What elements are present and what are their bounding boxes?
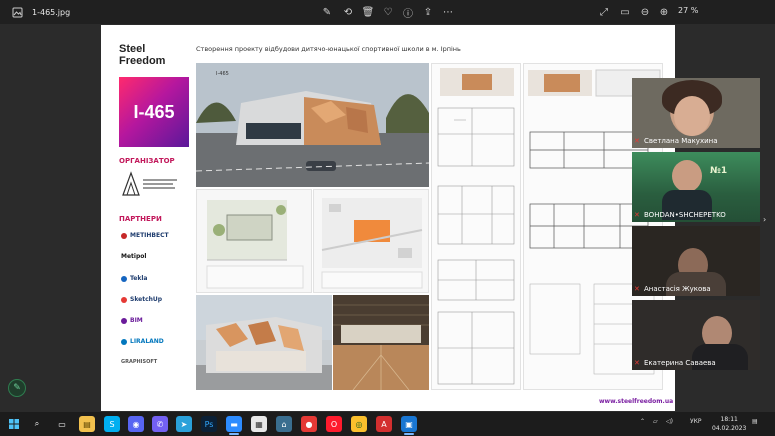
photos-icon[interactable]: ▣ (401, 416, 417, 432)
steelfreedom-logo: Steel Freedom (119, 43, 165, 67)
share-icon[interactable]: ⇪ (421, 5, 435, 19)
mic-muted-icon: ✕ (634, 358, 640, 367)
participant-tile[interactable]: №1 ✕ BOHDAN•SHCHEPETKO (632, 152, 760, 222)
sheet-title: Створення проекту відбудови дитячо-юнаць… (196, 45, 461, 53)
tray-overflow-icon[interactable]: ⌃ (640, 418, 645, 425)
image-file-icon (10, 5, 24, 19)
participant-tile[interactable]: ✕ Анастасія Жукова (632, 226, 760, 296)
interior-render-gym (333, 295, 429, 390)
fullscreen-icon[interactable]: ⤢ (597, 5, 611, 19)
panel-expand-icon[interactable]: › (763, 215, 766, 224)
zoom-out-icon[interactable]: ⊖ (638, 5, 652, 19)
participant-nameplate: ✕ Анастасія Жукова (634, 283, 758, 294)
participant-name: Светлана Макухина (644, 136, 718, 145)
mic-muted-icon: ✕ (634, 136, 640, 145)
partner-logo-tekla: Tekla (121, 275, 147, 282)
file-name: 1-465.jpg (32, 7, 71, 17)
partner-logo-graphisoft: GRAPHISOFT (121, 359, 158, 365)
site-plan-panel (196, 189, 312, 293)
discord-icon[interactable]: ◉ (128, 416, 144, 432)
opera-icon[interactable]: O (326, 416, 342, 432)
clock-date: 04.02.2023 (712, 425, 747, 432)
organizer-heading: ОРГАНІЗАТОР (119, 157, 175, 165)
participant-name: Анастасія Жукова (644, 284, 711, 293)
chrome-icon[interactable]: ◎ (351, 416, 367, 432)
pen-icon[interactable]: ✎ (8, 379, 26, 397)
taskbar: ⌕ ▭ ▤ S ◉ ✆ ➤ Ps ▬ ▦ ⌂ ● O ◎ A ▣ ⌃ ▱ ◁) … (0, 412, 775, 436)
delete-icon[interactable]: 🗑 (361, 5, 375, 19)
brand-line-2: Freedom (119, 55, 166, 67)
exterior-render-street: I-465 (196, 63, 429, 187)
rotate-icon[interactable]: ⟲ (341, 5, 355, 19)
partner-logo-liraland: LIRALAND (121, 338, 164, 345)
zoom-in-icon[interactable]: ⊕ (657, 5, 671, 19)
brand-line-1: Steel (119, 43, 146, 55)
viewer-toolbar: 1-465.jpg ✎ ⟲ 🗑 ♡ ⓘ ⇪ ⋯ ⤢ ▭ ⊖ ⊕ 27 % (0, 0, 775, 24)
floor-plans-column (431, 63, 521, 390)
active-app-indicator (404, 433, 414, 435)
participant-nameplate: ✕ Екатерина Саваева (634, 357, 758, 368)
clock-time: 18:11 (720, 416, 738, 423)
competition-sheet: Steel Freedom Створення проекту відбудов… (101, 25, 675, 411)
participant-face (672, 160, 702, 192)
liraland-icon (121, 338, 127, 345)
participant-nameplate: ✕ BOHDAN•SHCHEPETKO (634, 209, 758, 220)
metinvest-icon (121, 232, 127, 239)
more-options-icon[interactable]: ⋯ (441, 5, 455, 19)
volume-icon[interactable]: ◁) (666, 418, 673, 425)
sketchup-icon (121, 296, 127, 303)
organizer-logo (121, 171, 179, 197)
partner-logo-metinvest: МЕТІНВЕСТ (121, 232, 169, 239)
record-icon[interactable]: ● (301, 416, 317, 432)
notifications-icon[interactable]: ▤ (752, 418, 758, 425)
skype-icon[interactable]: S (104, 416, 120, 432)
exterior-render-facade (196, 295, 332, 390)
network-icon[interactable]: ▱ (653, 418, 658, 425)
project-code-box: I-465 (119, 77, 189, 147)
tekla-icon (121, 275, 127, 282)
mic-muted-icon: ✕ (634, 284, 640, 293)
render-label: I-465 (216, 71, 229, 77)
partner-logo-sketchup: SketchUp (121, 296, 162, 303)
bim-icon (121, 317, 127, 324)
participant-face (674, 96, 710, 136)
mic-muted-icon: ✕ (634, 210, 640, 219)
edit-image-icon[interactable]: ✎ (320, 5, 334, 19)
task-view-icon[interactable]: ▭ (54, 416, 70, 432)
project-code: I-465 (133, 101, 175, 122)
photoshop-icon[interactable]: Ps (201, 416, 217, 432)
zoom-level: 27 % (678, 6, 699, 15)
participant-name: BOHDAN•SHCHEPETKO (644, 210, 726, 219)
active-app-indicator (229, 433, 239, 435)
file-explorer-icon[interactable]: ▤ (79, 416, 95, 432)
notes-icon[interactable]: ▦ (251, 416, 267, 432)
search-icon[interactable]: ⌕ (29, 416, 45, 432)
fit-to-window-icon[interactable]: ▭ (618, 5, 632, 19)
participant-nameplate: ✕ Светлана Макухина (634, 135, 758, 146)
partners-heading: ПАРТНЕРИ (119, 215, 162, 223)
background-banner-text: №1 (710, 166, 728, 176)
partner-logo-metipol: Metipol (121, 253, 147, 260)
master-plan-panel (313, 189, 429, 293)
app-icon[interactable]: ⌂ (276, 416, 292, 432)
favorite-icon[interactable]: ♡ (381, 5, 395, 19)
info-icon[interactable]: ⓘ (401, 5, 415, 20)
partner-logo-bim: BIM (121, 317, 143, 324)
clock[interactable]: 18:11 04.02.2023 (712, 415, 746, 433)
acrobat-icon[interactable]: A (376, 416, 392, 432)
participant-tile[interactable]: ✕ Светлана Макухина (632, 78, 760, 148)
viber-icon[interactable]: ✆ (152, 416, 168, 432)
participant-tile[interactable]: ✕ Екатерина Саваева (632, 300, 760, 370)
website-link[interactable]: www.steelfreedom.ua (599, 398, 673, 405)
telegram-icon[interactable]: ➤ (176, 416, 192, 432)
zoom-app-icon[interactable]: ▬ (226, 416, 242, 432)
participant-name: Екатерина Саваева (644, 358, 716, 367)
windows-start-icon[interactable] (6, 416, 22, 432)
language-indicator[interactable]: УКР (690, 418, 702, 425)
